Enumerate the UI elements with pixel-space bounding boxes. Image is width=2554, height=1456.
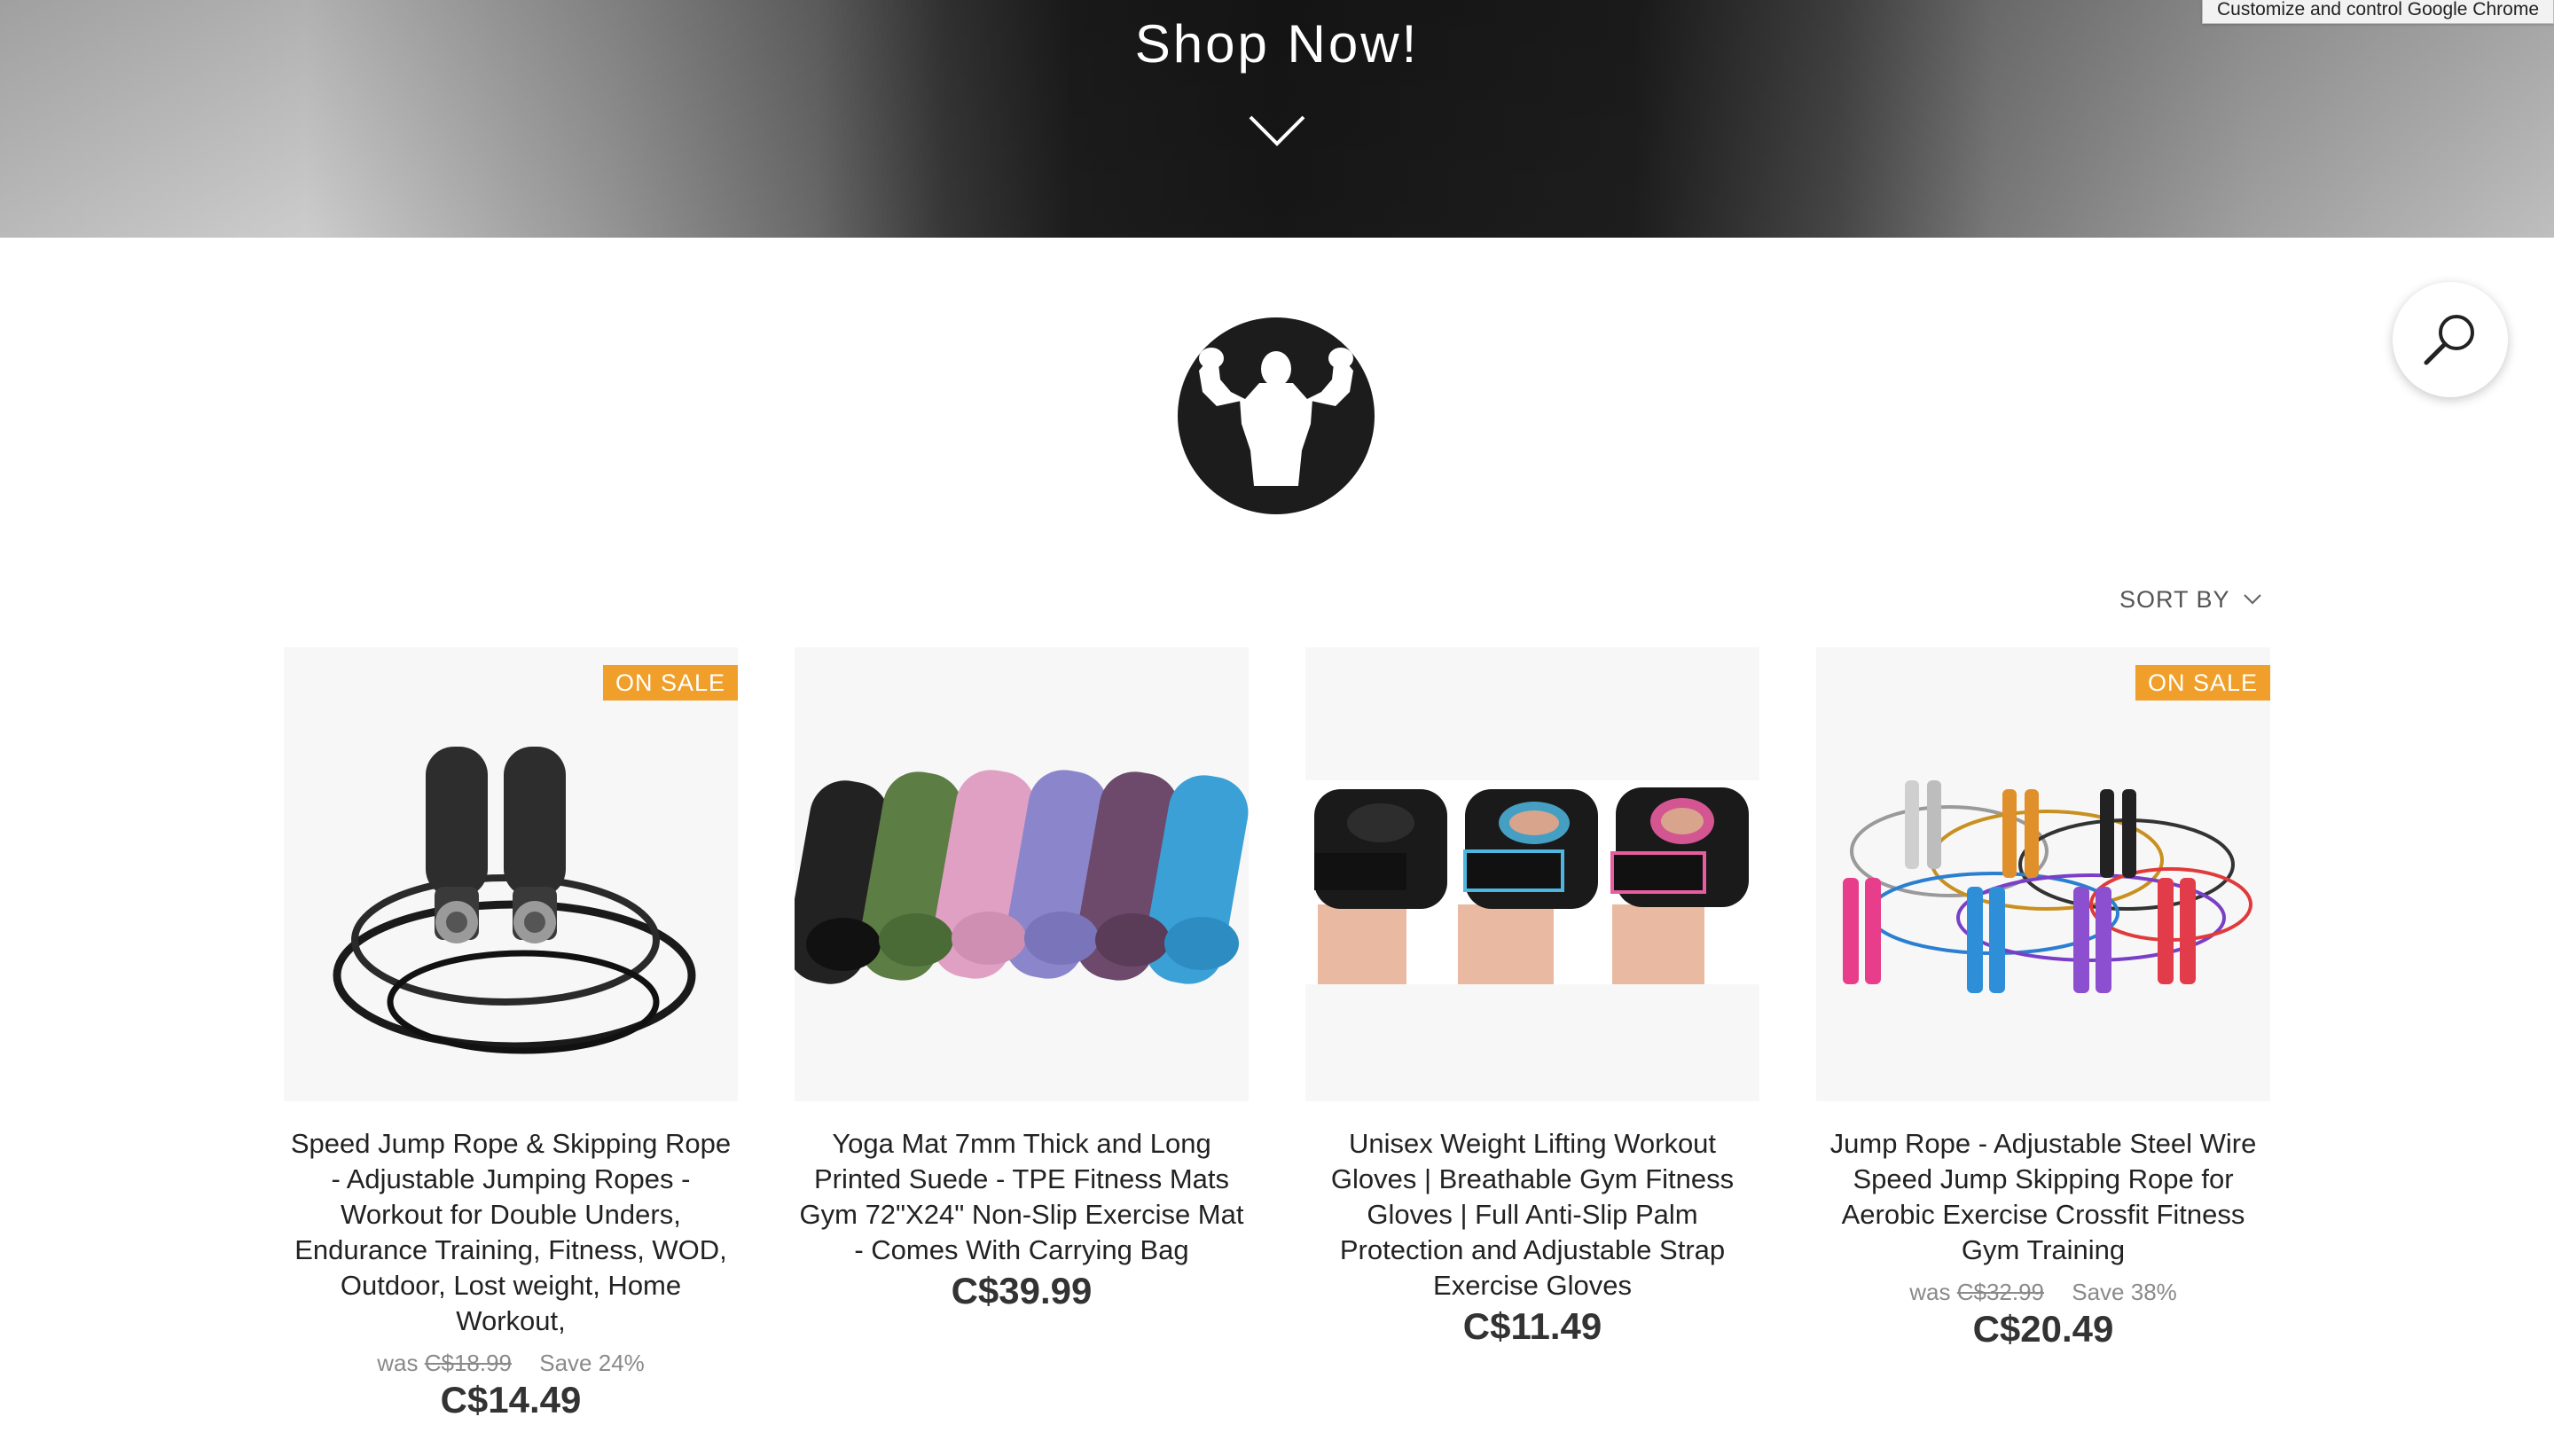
sort-by-dropdown[interactable]: SORT BY [2119, 582, 2270, 617]
chrome-tooltip: Customize and control Google Chrome [2201, 0, 2554, 24]
product-price: C$20.49 [1972, 1308, 2114, 1350]
save-percent: Save 38% [2072, 1279, 2177, 1305]
was-label: was [1909, 1279, 1951, 1305]
product-card[interactable]: ON SALE Jump Rope - Adjustable Steel Wir… [1816, 647, 2270, 1350]
save-percent: Save 24% [539, 1350, 645, 1376]
was-label: was [377, 1350, 419, 1376]
hero-title[interactable]: Shop Now! [0, 9, 2554, 80]
product-title[interactable]: Unisex Weight Lifting Workout Gloves | B… [1305, 1126, 1759, 1303]
product-card[interactable]: Yoga Mat 7mm Thick and Long Printed Sued… [795, 647, 1249, 1312]
product-title[interactable]: Jump Rope - Adjustable Steel Wire Speed … [1816, 1126, 2270, 1268]
product-price: C$39.99 [951, 1270, 1093, 1311]
was-price: C$18.99 [424, 1350, 513, 1376]
product-image[interactable]: ON SALE [284, 647, 738, 1101]
was-price: C$32.99 [1956, 1279, 2045, 1305]
bodybuilder-logo[interactable] [1178, 317, 1375, 514]
product-image[interactable] [795, 647, 1249, 1101]
product-price: C$14.49 [440, 1379, 582, 1421]
chevron-down-icon [2243, 594, 2261, 605]
product-image[interactable]: ON SALE [1816, 647, 2270, 1101]
jump-rope-image [333, 747, 696, 1054]
search-icon [2424, 315, 2474, 365]
price-comparison: was C$18.99 Save 24% [284, 1350, 738, 1377]
product-card[interactable]: ON SALE Speed Jump Rope & Skipping Rope … [284, 647, 738, 1421]
gloves-image [1305, 780, 1759, 984]
product-title[interactable]: Yoga Mat 7mm Thick and Long Printed Sued… [795, 1126, 1249, 1268]
chevron-down-icon[interactable] [1247, 114, 1307, 149]
search-button[interactable] [2393, 282, 2508, 397]
sort-by-label: SORT BY [2119, 585, 2230, 613]
product-price: C$11.49 [1462, 1305, 1602, 1347]
sale-badge: ON SALE [2135, 665, 2270, 701]
price-comparison: was C$32.99 Save 38% [1816, 1279, 2270, 1306]
hero-banner[interactable]: Shop Now! [0, 0, 2554, 238]
yoga-mats-image [795, 770, 1249, 984]
steel-wire-ropes-image [1843, 780, 2252, 993]
sale-badge: ON SALE [602, 665, 738, 701]
product-title[interactable]: Speed Jump Rope & Skipping Rope - Adjust… [284, 1126, 738, 1339]
product-image[interactable] [1305, 647, 1759, 1101]
product-card[interactable]: Unisex Weight Lifting Workout Gloves | B… [1305, 647, 1759, 1348]
